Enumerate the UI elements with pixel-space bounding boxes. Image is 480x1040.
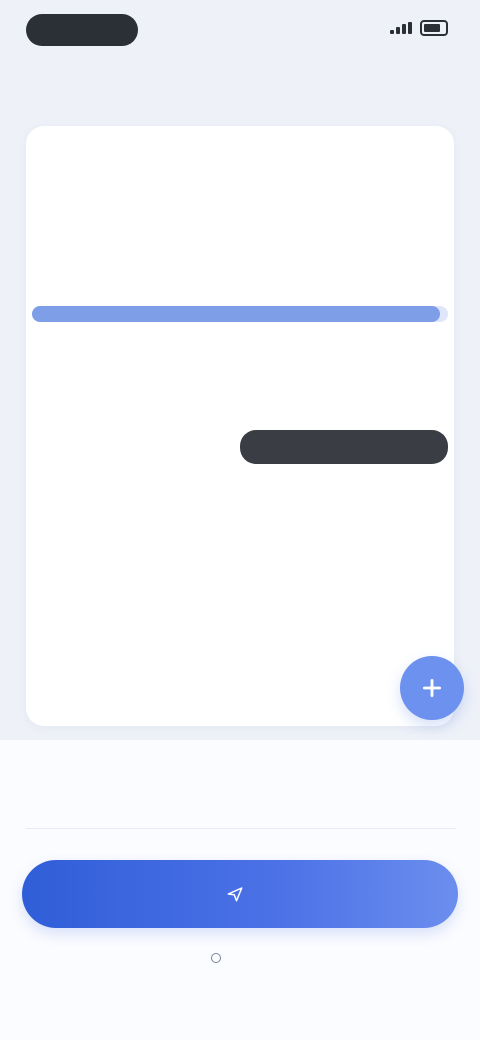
status-bar bbox=[0, 0, 480, 60]
progress-fill bbox=[32, 306, 440, 322]
send-icon bbox=[227, 887, 243, 902]
transfer-parties bbox=[26, 222, 454, 282]
info-icon bbox=[211, 953, 221, 963]
chat-area bbox=[26, 350, 454, 726]
transfer-header bbox=[26, 126, 454, 326]
total-row bbox=[0, 780, 480, 816]
chat-bubble[interactable] bbox=[240, 430, 448, 464]
battery-icon bbox=[420, 20, 448, 36]
floating-action-button[interactable] bbox=[400, 656, 464, 720]
status-time bbox=[26, 14, 138, 46]
status-icons bbox=[390, 20, 448, 36]
signal-icon bbox=[390, 22, 412, 34]
navigation-bar bbox=[0, 64, 480, 114]
bottom-links bbox=[0, 952, 480, 978]
progress-bar bbox=[32, 306, 448, 322]
primary-action-button[interactable] bbox=[22, 860, 458, 928]
main-card bbox=[26, 126, 454, 726]
divider bbox=[26, 828, 456, 829]
plus-icon bbox=[423, 679, 441, 697]
bottom-link-2[interactable] bbox=[210, 952, 228, 964]
footer-panel bbox=[0, 740, 480, 1040]
